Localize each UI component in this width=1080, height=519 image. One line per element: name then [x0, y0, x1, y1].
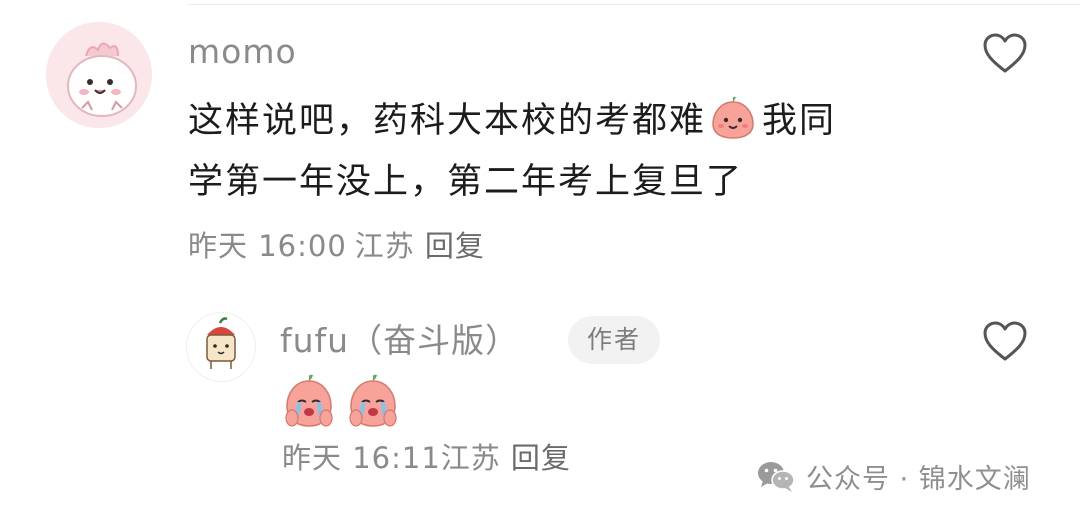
apple-character-avatar-icon — [187, 313, 255, 381]
like-heart-icon[interactable] — [982, 32, 1028, 74]
comment-meta: 昨天 16:00 江苏 回复 — [188, 228, 485, 264]
username[interactable]: fufu（奋斗版） — [280, 320, 519, 362]
divider — [188, 4, 1080, 5]
reply-button[interactable]: 回复 — [425, 228, 485, 264]
comment-text-line-1: 这样说吧，药科大本校的考都难 我同 — [188, 96, 836, 143]
avatar[interactable] — [186, 312, 256, 382]
location: 江苏 — [354, 229, 415, 263]
crying-peach-emoji-icon — [349, 374, 397, 427]
crying-peach-emoji-icon — [285, 374, 333, 427]
watermark-text: 公众号 · 锦水文澜 — [806, 463, 1031, 495]
watermark: 公众号 · 锦水文澜 — [756, 456, 1031, 496]
author-badge: 作者 — [568, 316, 660, 364]
avatar[interactable] — [46, 22, 152, 128]
smiling-peach-emoji-icon — [712, 96, 754, 139]
wechat-icon — [758, 462, 795, 492]
timestamp: 昨天 16:11 — [282, 441, 441, 475]
comment-meta: 昨天 16:11江苏 回复 — [282, 440, 571, 476]
reply-button[interactable]: 回复 — [511, 440, 571, 476]
timestamp: 昨天 16:00 — [188, 229, 347, 263]
username[interactable]: momo — [188, 32, 297, 72]
reply-content — [282, 374, 400, 430]
location: 江苏 — [440, 441, 501, 475]
comment-section: momo 这样说吧，药科大本校的考都难 我同 学第一年没上，第二年考上复旦了 昨… — [0, 0, 1080, 519]
dinosaur-avatar-icon — [46, 22, 152, 128]
like-heart-icon[interactable] — [982, 320, 1028, 362]
comment-text-line-2: 学第一年没上，第二年考上复旦了 — [188, 162, 744, 202]
comment-text: 这样说吧，药科大本校的考都难 — [188, 101, 707, 141]
comment-text: 我同 — [762, 101, 837, 141]
